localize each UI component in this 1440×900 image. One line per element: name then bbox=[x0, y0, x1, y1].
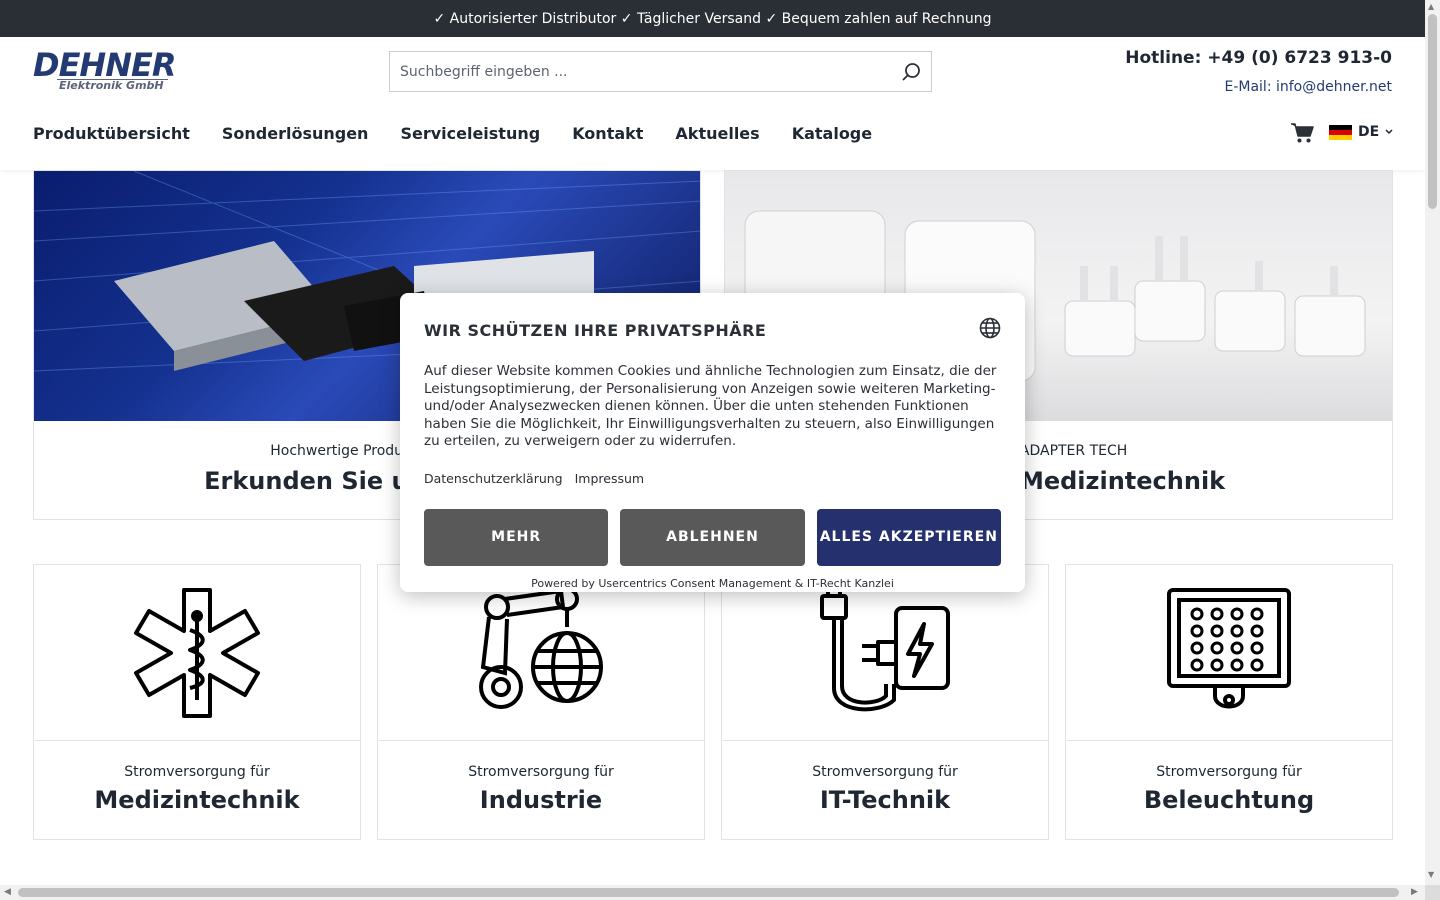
consent-body: Auf dieser Website kommen Cookies und äh… bbox=[424, 363, 997, 449]
vertical-scroll-thumb[interactable] bbox=[1428, 14, 1437, 209]
language-code: DE bbox=[1358, 124, 1380, 140]
nav-item-sonderloesungen[interactable]: Sonderlösungen bbox=[222, 124, 369, 143]
imprint-link[interactable]: Impressum bbox=[575, 471, 644, 486]
nav-item-aktuelles[interactable]: Aktuelles bbox=[675, 124, 759, 143]
category-card-medizintechnik[interactable]: Stromversorgung für Medizintechnik bbox=[33, 564, 361, 840]
logo-subline: Elektronik GmbH bbox=[57, 79, 168, 92]
hotline[interactable]: Hotline: +49 (0) 6723 913-0 bbox=[1125, 48, 1392, 68]
led-panel-icon bbox=[1066, 565, 1392, 741]
category-title: Medizintechnik bbox=[94, 786, 300, 814]
site-header: DEHNER Elektronik GmbH Hotline: +49 (0) … bbox=[0, 37, 1425, 170]
category-card-industrie[interactable]: Stromversorgung für Industrie bbox=[377, 564, 705, 840]
category-card-it-technik[interactable]: Stromversorgung für IT-Technik bbox=[721, 564, 1049, 840]
dehner-logo[interactable]: DEHNER Elektronik GmbH bbox=[33, 46, 176, 95]
category-title: IT-Technik bbox=[819, 786, 951, 814]
category-subtitle: Stromversorgung für bbox=[124, 764, 270, 780]
logo-wordmark: DEHNER bbox=[33, 46, 176, 84]
scroll-left-arrow-icon[interactable]: ◀ bbox=[4, 887, 11, 897]
search-input[interactable] bbox=[400, 63, 891, 80]
category-subtitle: Stromversorgung für bbox=[1156, 764, 1302, 780]
scroll-down-arrow-icon[interactable]: ▼ bbox=[1428, 870, 1434, 879]
nav-item-kontakt[interactable]: Kontakt bbox=[572, 124, 643, 143]
search-icon[interactable] bbox=[891, 52, 931, 91]
star-of-life-icon bbox=[34, 565, 360, 741]
nav-item-produktuebersicht[interactable]: Produktübersicht bbox=[33, 124, 190, 143]
email-link[interactable]: E-Mail: info@dehner.net bbox=[1224, 79, 1392, 95]
german-flag-icon bbox=[1329, 124, 1352, 140]
usp-text: ✓ Autorisierter Distributor ✓ Täglicher … bbox=[433, 10, 992, 27]
scrollbar-corner bbox=[1425, 885, 1440, 900]
scroll-up-arrow-icon[interactable]: ▲ bbox=[1428, 2, 1434, 11]
vertical-scrollbar[interactable]: ▲ ▼ bbox=[1425, 0, 1440, 885]
horizontal-scroll-thumb[interactable] bbox=[18, 888, 1399, 897]
horizontal-scrollbar[interactable]: ◀ ▶ bbox=[0, 885, 1425, 900]
cookie-consent-dialog: WIR SCHÜTZEN IHRE PRIVATSPHÄRE Auf diese… bbox=[400, 293, 1025, 592]
usp-bar: ✓ Autorisierter Distributor ✓ Täglicher … bbox=[0, 0, 1425, 37]
consent-powered-by: Powered by Usercentrics Consent Manageme… bbox=[531, 576, 894, 590]
globe-icon[interactable] bbox=[979, 317, 1001, 343]
category-subtitle: Stromversorgung für bbox=[812, 764, 958, 780]
privacy-policy-link[interactable]: Datenschutzerklärung bbox=[424, 471, 563, 486]
chevron-down-icon bbox=[1385, 129, 1393, 135]
category-title: Beleuchtung bbox=[1143, 786, 1315, 814]
language-switcher[interactable]: DE bbox=[1329, 124, 1393, 140]
category-subtitle: Stromversorgung für bbox=[468, 764, 614, 780]
cart-icon[interactable] bbox=[1290, 122, 1314, 144]
nav-item-serviceleistung[interactable]: Serviceleistung bbox=[400, 124, 540, 143]
category-caption: Stromversorgung für IT-Technik bbox=[722, 741, 1048, 814]
consent-title: WIR SCHÜTZEN IHRE PRIVATSPHÄRE bbox=[424, 320, 767, 340]
accept-all-button[interactable]: ALLES AKZEPTIEREN bbox=[816, 508, 1001, 566]
more-button[interactable]: MEHR bbox=[424, 508, 609, 566]
category-title: Industrie bbox=[479, 786, 603, 814]
nav-item-kataloge[interactable]: Kataloge bbox=[792, 124, 872, 143]
category-card-beleuchtung[interactable]: Stromversorgung für Beleuchtung bbox=[1065, 564, 1393, 840]
main-nav: Produktübersicht Sonderlösungen Servicel… bbox=[33, 124, 872, 143]
decline-button[interactable]: ABLEHNEN bbox=[620, 508, 805, 566]
search-box bbox=[389, 51, 932, 92]
category-caption: Stromversorgung für Medizintechnik bbox=[34, 741, 360, 814]
category-caption: Stromversorgung für Beleuchtung bbox=[1066, 741, 1392, 814]
scroll-right-arrow-icon[interactable]: ▶ bbox=[1411, 887, 1418, 897]
category-caption: Stromversorgung für Industrie bbox=[378, 741, 704, 814]
